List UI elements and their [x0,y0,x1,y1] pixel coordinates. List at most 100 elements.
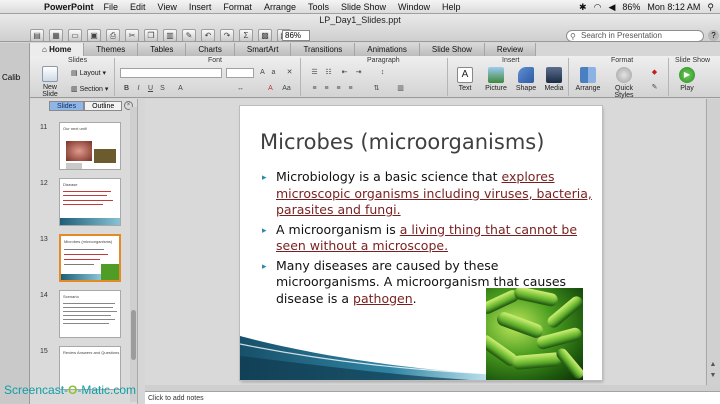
menu-tools[interactable]: Tools [308,2,329,12]
screencast-watermark: Screencast-O-Matic.com [4,383,137,397]
menu-help[interactable]: Help [442,2,461,12]
notes-pane[interactable]: Click to add notes [145,391,720,404]
bacteria-image[interactable] [486,288,583,380]
bullets-icon[interactable]: ☰ [310,68,319,77]
tab-outline[interactable]: Outline [84,101,123,111]
search-input[interactable]: ⚲ Search in Presentation [566,30,704,42]
sum-icon[interactable]: Σ [239,29,253,42]
align-right-icon[interactable]: ≡ [334,84,343,93]
ribbon-tabs: ⌂ Home Themes Tables Charts SmartArt Tra… [30,43,720,56]
section-button[interactable]: ▥ Section ▾ [71,85,108,93]
menu-file[interactable]: File [104,2,119,12]
layout-button[interactable]: ▤ Layout ▾ [71,69,106,77]
thumb-text-line [63,315,111,316]
decrease-indent-icon[interactable]: ⇤ [340,68,349,77]
print-icon[interactable]: ⎙ [106,29,120,42]
templates-icon[interactable]: ▦ [49,29,63,42]
spotlight-icon[interactable]: ⚲ [707,2,714,13]
italic-icon[interactable]: I [134,84,143,93]
increase-indent-icon[interactable]: ⇥ [354,68,363,77]
tab-themes[interactable]: Themes [84,43,139,56]
line-color-icon[interactable]: ✎ [650,83,659,92]
columns-icon[interactable]: ▥ [396,84,405,93]
fill-color-icon[interactable]: ◆ [650,68,659,77]
char-spacing-icon[interactable]: ↔ [236,84,245,93]
slide-thumbnail-13[interactable]: Microbes (microorganisms) [59,234,121,282]
underline-icon[interactable]: U [146,84,155,93]
bold-icon[interactable]: B [122,84,131,93]
slide-thumbnail-12[interactable]: Disease [59,178,121,226]
tab-slide-show[interactable]: Slide Show [419,43,485,56]
slide-scrollbar[interactable] [706,99,720,385]
justify-icon[interactable]: ≡ [346,84,355,93]
text-direction-icon[interactable]: ⇅ [372,84,381,93]
notes-placeholder: Click to add notes [148,395,204,402]
clear-format-icon[interactable]: ✕ [285,68,294,77]
paste-icon[interactable]: ▥ [163,29,177,42]
menu-format[interactable]: Format [223,2,252,12]
help-icon[interactable]: ? [708,30,719,41]
font-color-icon[interactable]: A [266,84,275,93]
thumb-text-line [64,249,104,250]
slide-thumbnail-11[interactable]: Our next unit! [59,122,121,170]
menu-window[interactable]: Window [398,2,430,12]
zoom-field[interactable]: 86% [282,30,310,41]
new-doc-icon[interactable]: ▤ [30,29,44,42]
menu-app-name[interactable]: PowerPoint [44,2,94,12]
tab-review[interactable]: Review [484,43,537,56]
menu-edit[interactable]: Edit [130,2,146,12]
insert-shape-button[interactable]: Shape [513,67,539,92]
redo-icon[interactable]: ↷ [220,29,234,42]
format-painter-icon[interactable]: ✎ [182,29,196,42]
case-icon[interactable]: Aa [282,84,291,93]
font-size-field[interactable] [226,68,254,78]
menu-slide-show[interactable]: Slide Show [341,2,386,12]
tab-tables[interactable]: Tables [138,43,187,56]
insert-text-button[interactable]: A Text [452,67,478,92]
menu-insert[interactable]: Insert [189,2,212,12]
tab-charts[interactable]: Charts [186,43,235,56]
tab-transitions[interactable]: Transitions [291,43,356,56]
shadow-icon[interactable]: S [158,84,167,93]
copy-icon[interactable]: ❐ [144,29,158,42]
align-center-icon[interactable]: ≡ [322,84,331,93]
volume-icon[interactable]: ◀ [608,2,615,13]
cut-icon[interactable]: ✂ [125,29,139,42]
tab-animations[interactable]: Animations [355,43,420,56]
play-button[interactable]: ▶ Play [676,67,698,92]
slide-title[interactable]: Microbes (microorganisms) [260,130,544,154]
grow-font-icon[interactable]: A [258,68,267,77]
menu-arrange[interactable]: Arrange [264,2,296,12]
clock[interactable]: Mon 8:12 AM [647,2,700,12]
quick-styles-button[interactable]: Quick Styles [605,67,643,99]
save-icon[interactable]: ▣ [87,29,101,42]
gallery-icon[interactable]: ▩ [258,29,272,42]
font-name-field[interactable] [120,68,222,78]
insert-picture-button[interactable]: Picture [482,67,510,92]
line-spacing-icon[interactable]: ↕ [378,68,387,77]
menu-view[interactable]: View [158,2,177,12]
battery-percent[interactable]: 86% [622,2,640,12]
align-left-icon[interactable]: ≡ [310,84,319,93]
next-slide-icon[interactable]: ▼ [709,372,717,380]
undo-icon[interactable]: ↶ [201,29,215,42]
strikethrough-icon[interactable]: A [176,84,185,93]
tab-slides[interactable]: Slides [49,101,85,111]
tab-home[interactable]: ⌂ Home [30,43,85,56]
tab-smartart[interactable]: SmartArt [234,43,292,56]
group-label-paragraph: Paragraph [367,57,400,64]
shrink-font-icon[interactable]: a [269,68,278,77]
document-title: LP_Day1_Slides.ppt [319,15,401,25]
arrange-button[interactable]: Arrange [574,67,602,92]
new-slide-button[interactable]: New Slide [35,66,65,98]
wifi-icon[interactable]: ◠ [594,2,602,13]
insert-media-button[interactable]: Media [542,67,566,92]
numbering-icon[interactable]: ☷ [324,68,333,77]
prev-slide-icon[interactable]: ▲ [709,361,717,369]
open-icon[interactable]: ▭ [68,29,82,42]
bluetooth-icon[interactable]: ✱ [579,2,587,13]
current-slide[interactable]: Microbes (microorganisms) ▸ Microbiology… [240,106,602,380]
slide-thumbnail-14[interactable]: Scenario [59,290,121,338]
bacterium-shape [495,310,545,340]
panel-scroll-thumb[interactable] [131,310,136,360]
